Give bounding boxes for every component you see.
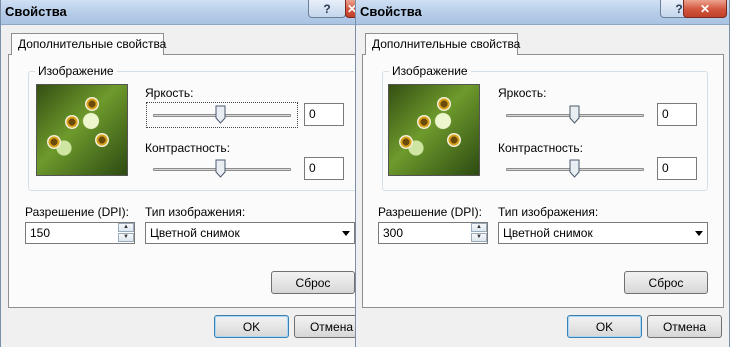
image-type-select[interactable]: Цветной снимок [145, 222, 355, 244]
flower-shape [85, 97, 99, 111]
help-button[interactable]: ? [308, 0, 346, 18]
flower-shape [399, 135, 413, 149]
tab-advanced-properties[interactable]: Дополнительные свойства [11, 33, 167, 55]
flower-shape [437, 97, 451, 111]
slider-thumb[interactable] [569, 159, 580, 178]
resolution-label: Разрешение (DPI): [25, 205, 129, 219]
contrast-value: 0 [309, 161, 316, 175]
group-label: Изображение [389, 64, 471, 78]
title-bar: Свойства ? ✕ [356, 0, 729, 25]
brightness-value-field[interactable]: 0 [304, 103, 344, 126]
slider-thumb[interactable] [215, 159, 226, 178]
spin-up-icon[interactable]: ▲ [471, 223, 487, 232]
image-type-label: Тип изображения: [145, 205, 246, 219]
brightness-value: 0 [309, 107, 316, 121]
brightness-slider[interactable] [146, 102, 298, 128]
dialog-title: Свойства [5, 4, 67, 19]
cancel-button[interactable]: Отмена [647, 315, 722, 338]
chevron-down-icon [695, 231, 703, 236]
spin-buttons: ▲ ▼ [118, 223, 134, 243]
chevron-down-icon [342, 231, 350, 236]
image-type-value: Цветной снимок [150, 226, 240, 240]
ok-button[interactable]: OK [214, 315, 289, 338]
image-type-value: Цветной снимок [503, 226, 593, 240]
title-bar: Свойства ? ✕ [1, 0, 356, 25]
tab-label: Дополнительные свойства [372, 37, 521, 51]
contrast-slider[interactable] [499, 156, 651, 182]
contrast-value-field[interactable]: 0 [657, 157, 697, 180]
flower-shape [447, 133, 461, 147]
resolution-spinner[interactable]: 150 ▲ ▼ [25, 222, 135, 244]
ok-label: OK [242, 320, 261, 334]
brightness-slider[interactable] [499, 102, 651, 128]
flower-shape [417, 115, 431, 129]
help-icon: ? [323, 1, 331, 16]
cancel-label: Отмена [309, 320, 354, 334]
image-preview [36, 84, 128, 176]
spin-buttons: ▲ ▼ [471, 223, 487, 243]
contrast-label: Контрастность: [145, 141, 231, 155]
resolution-spinner[interactable]: 300 ▲ ▼ [378, 222, 488, 244]
close-button[interactable]: ✕ [683, 0, 727, 18]
contrast-label: Контрастность: [498, 141, 584, 155]
close-icon: ✕ [699, 1, 711, 16]
spin-up-icon[interactable]: ▲ [118, 223, 134, 232]
cancel-label: Отмена [662, 320, 707, 334]
slider-thumb[interactable] [215, 105, 226, 124]
image-preview [388, 84, 480, 176]
properties-dialog: Свойства ? ✕ Дополнительные свойства Изо… [355, 0, 730, 347]
flower-shape [65, 115, 79, 129]
brightness-label: Яркость: [498, 86, 547, 100]
group-label: Изображение [35, 64, 117, 78]
image-type-label: Тип изображения: [498, 205, 599, 219]
reset-label: Сброс [295, 276, 331, 290]
image-type-select[interactable]: Цветной снимок [498, 222, 708, 244]
resolution-label: Разрешение (DPI): [378, 205, 482, 219]
slider-thumb[interactable] [569, 105, 580, 124]
brightness-value: 0 [662, 107, 669, 121]
cancel-button[interactable]: Отмена [294, 315, 356, 338]
brightness-value-field[interactable]: 0 [657, 103, 697, 126]
tab-label: Дополнительные свойства [18, 37, 167, 51]
flower-shape [47, 135, 61, 149]
reset-button[interactable]: Сброс [271, 271, 355, 294]
ok-label: OK [595, 320, 614, 334]
tab-advanced-properties[interactable]: Дополнительные свойства [365, 33, 521, 55]
properties-dialog: Свойства ? ✕ Дополнительные свойства Изо… [0, 0, 357, 347]
reset-button[interactable]: Сброс [624, 271, 708, 294]
resolution-value: 300 [383, 226, 404, 240]
spin-down-icon[interactable]: ▼ [118, 233, 134, 242]
spin-down-icon[interactable]: ▼ [471, 233, 487, 242]
reset-label: Сброс [648, 276, 684, 290]
contrast-slider[interactable] [146, 156, 298, 182]
dialog-title: Свойства [360, 4, 422, 19]
contrast-value: 0 [662, 161, 669, 175]
help-icon: ? [675, 1, 683, 16]
resolution-value: 150 [30, 226, 51, 240]
contrast-value-field[interactable]: 0 [304, 157, 344, 180]
ok-button[interactable]: OK [567, 315, 642, 338]
flower-shape [95, 133, 109, 147]
brightness-label: Яркость: [145, 86, 194, 100]
